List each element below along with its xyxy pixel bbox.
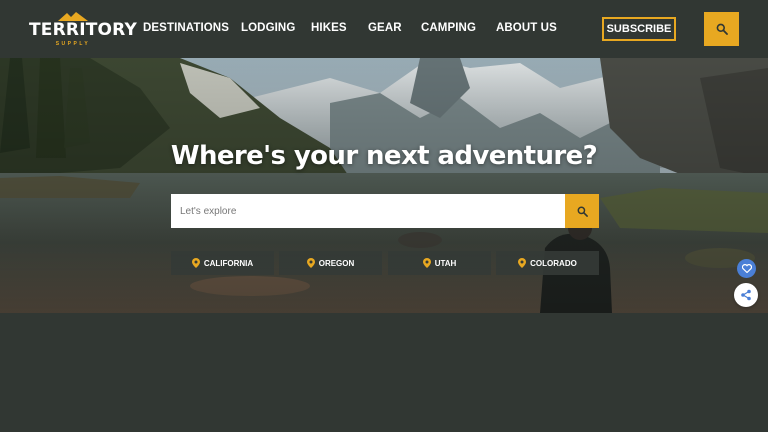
share-button[interactable]	[734, 283, 758, 307]
hero-banner: Where's your next adventure? CALIFORNIA …	[0, 58, 768, 313]
site-header: TERRITORY SUPPLY DESTINATIONS LODGING HI…	[0, 0, 768, 58]
destination-chip-oregon[interactable]: OREGON	[279, 251, 382, 275]
map-pin-icon	[422, 258, 431, 268]
destination-chip-colorado[interactable]: COLORADO	[496, 251, 599, 275]
explore-search-button[interactable]	[565, 194, 599, 228]
map-pin-icon	[306, 258, 315, 268]
search-icon	[577, 206, 588, 217]
hero-headline: Where's your next adventure?	[170, 141, 598, 171]
destination-chip-label: COLORADO	[530, 258, 577, 268]
brand-tagline: SUPPLY	[55, 41, 91, 47]
destination-chip-utah[interactable]: UTAH	[388, 251, 491, 275]
map-pin-icon	[191, 258, 200, 268]
hero-landscape-image	[0, 58, 768, 313]
subscribe-button[interactable]: SUBSCRIBE	[602, 17, 676, 41]
nav-hikes[interactable]: HIKES	[311, 22, 347, 34]
destination-chip-label: CALIFORNIA	[203, 258, 254, 268]
nav-camping[interactable]: CAMPING	[421, 22, 476, 34]
destination-chip-label: UTAH	[434, 258, 457, 268]
brand-name: TERRITORY	[29, 20, 138, 40]
nav-lodging[interactable]: LODGING	[241, 22, 295, 34]
nav-about-us[interactable]: ABOUT US	[496, 22, 557, 34]
favorite-button[interactable]	[737, 259, 756, 278]
brand-logo[interactable]: TERRITORY SUPPLY	[29, 12, 138, 48]
nav-destinations[interactable]: DESTINATIONS	[143, 22, 229, 34]
explore-search-input[interactable]	[171, 194, 565, 228]
header-search-button[interactable]	[704, 12, 739, 46]
page-content-area	[0, 313, 768, 432]
heart-icon	[741, 264, 752, 273]
search-icon	[716, 23, 728, 35]
share-icon	[741, 289, 751, 301]
nav-gear[interactable]: GEAR	[368, 22, 402, 34]
map-pin-icon	[518, 258, 527, 268]
destination-chip-label: OREGON	[318, 258, 355, 268]
destination-chip-california[interactable]: CALIFORNIA	[171, 251, 274, 275]
